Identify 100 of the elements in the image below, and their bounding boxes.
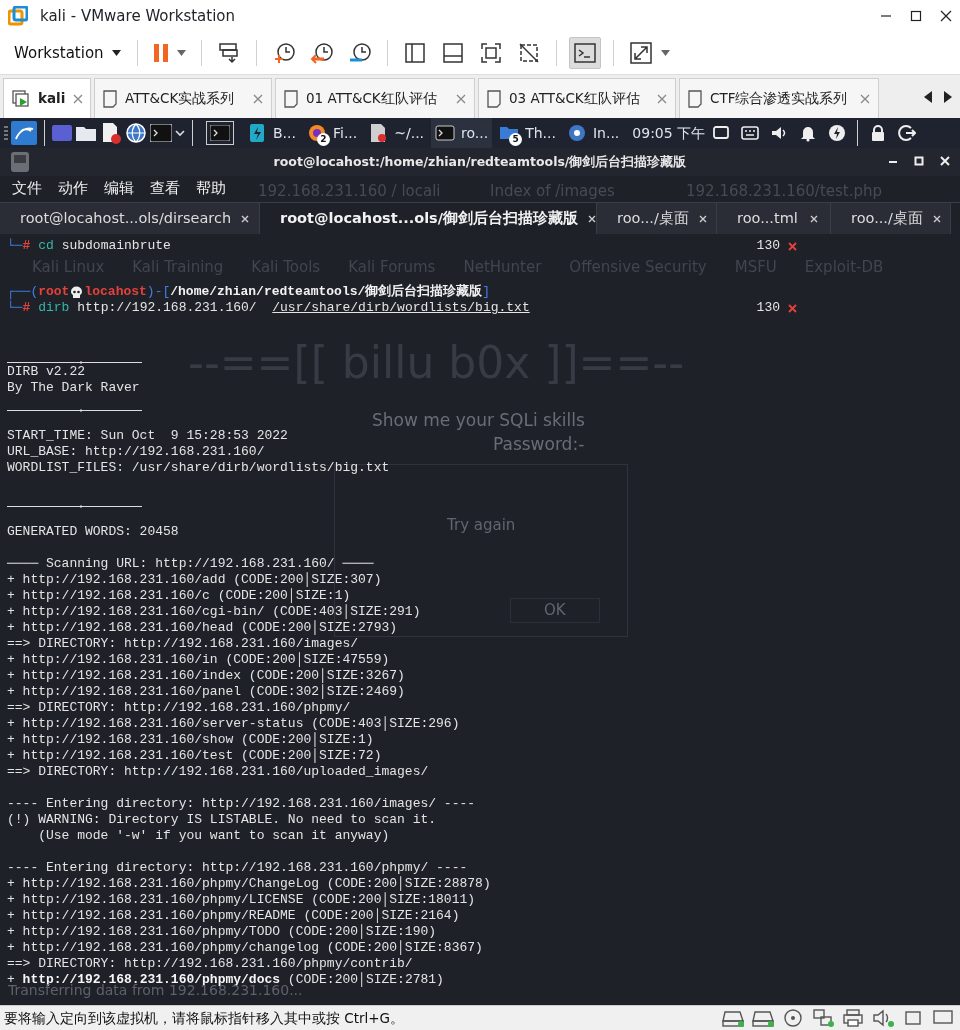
caret-icon (111, 50, 121, 56)
terminal-line: ==> DIRECTORY: http://192.168.231.160/uploaded_images/ (7, 764, 429, 780)
page-icon (688, 89, 702, 108)
error-icon (788, 241, 797, 251)
terminal-tab[interactable]: roo.../桌面 (597, 203, 717, 234)
prompt-frame: ] (482, 284, 491, 300)
taskbar-item[interactable]: 5 Th... (495, 118, 560, 148)
terminal-line: + http://192.168.231.160/show (CODE:200│SIZE:1) (7, 732, 374, 748)
terminal-line: + http://192.168.231.160/server-status (CODE:403│SIZE:296) (7, 716, 460, 732)
taskbar-item[interactable]: In... (562, 118, 624, 148)
display-icon[interactable] (712, 124, 731, 142)
terminal-tab[interactable]: roo.../桌面 (831, 203, 951, 234)
terminal-line: + http://192.168.231.160/cgi-bin/ (CODE:403│SIZE:291) (7, 604, 421, 620)
menu-item[interactable]: 编辑 (104, 178, 134, 200)
browser-icon (566, 123, 587, 143)
terminal-line: + http://192.168.231.160/test (CODE:200│SIZE:72) (7, 748, 382, 764)
vm-tab[interactable]: 03 ATT&CK红队评估 (478, 78, 676, 118)
caret-icon (176, 50, 186, 56)
network-icon[interactable] (812, 1008, 836, 1028)
prompt-host: locahost (84, 284, 147, 300)
kali-menu-icon[interactable] (11, 121, 37, 145)
unity-icon (516, 41, 541, 65)
terminal-app-icon (10, 151, 30, 173)
taskbar-item[interactable]: 2 Fi... (302, 118, 362, 148)
printer-icon[interactable] (842, 1008, 866, 1028)
clock: 09:05 下午 (632, 123, 706, 143)
terminal-line: ---- Entering directory: http://192.168.231.160/phpmy/ ---- (7, 860, 468, 876)
terminal-line: + http://192.168.231.160/phpmy/TODO (CODE:200│SIZE:190) (7, 924, 437, 940)
terminal-icon[interactable] (150, 124, 172, 142)
terminal-workspace-icon[interactable] (206, 121, 234, 145)
document-icon[interactable] (100, 122, 122, 144)
exit-code: 130 (756, 300, 780, 316)
menu-item[interactable]: 动作 (58, 178, 88, 200)
scroll-left-icon[interactable] (924, 90, 932, 103)
terminal-tab[interactable]: root@locahost...ols/dirsearch (0, 203, 260, 234)
chevron-down-icon[interactable] (175, 129, 185, 137)
terminal-line: + http://192.168.231.160/phpmy/ChangeLog (CODE:200│SIZE:28878) (7, 876, 491, 892)
notification-badge: 5 (509, 133, 523, 146)
terminal-line: WORDLIST_FILES: /usr/share/dirb/wordlists/big.txt (7, 460, 390, 476)
terminal-line: + http://192.168.231.160/in (CODE:200│SIZE:47559) (7, 652, 390, 668)
send-keys-icon (216, 41, 241, 65)
vm-tab[interactable]: CTF综合渗透实战系列 (679, 78, 879, 118)
command-argument: subdomainbrute (61, 238, 171, 254)
console-icon (572, 41, 597, 65)
vm-tab[interactable]: ATT&CK实战系列 (94, 78, 272, 118)
bottom-panel-icon (440, 41, 465, 65)
menu-item[interactable]: 查看 (150, 178, 180, 200)
bell-icon[interactable] (799, 124, 818, 142)
folder-icon[interactable] (75, 124, 97, 142)
prompt-frame: ┌──( (7, 284, 39, 300)
terminal-line: ──── Scanning URL: http://192.168.231.160/ ──── (7, 556, 374, 572)
hard-disk-icon[interactable] (752, 1008, 776, 1028)
maximize-icon[interactable] (910, 10, 922, 22)
prompt-frame: )-[ (146, 284, 171, 300)
error-icon (788, 303, 797, 313)
try-again-text: Try again (447, 515, 516, 536)
app-icon (247, 123, 267, 143)
globe-icon[interactable] (125, 122, 147, 144)
terminal-line: By The Dark Raver (7, 380, 140, 396)
terminal-line: (Use mode '-w' if you want to scan it anyway) (37, 828, 390, 844)
terminal-line: + http://192.168.231.160/add (CODE:200│SIZE:307) (7, 572, 382, 588)
grip-icon (4, 126, 8, 140)
menu-item[interactable]: 帮助 (196, 178, 226, 200)
command-name: cd (38, 238, 54, 254)
keyboard-icon[interactable] (741, 124, 760, 142)
taskbar-item[interactable]: ~/... (364, 118, 429, 148)
stretch-icon (628, 41, 653, 65)
terminal-line: ==> DIRECTORY: http://192.168.231.160/phpmy/ (7, 700, 351, 716)
scroll-right-icon[interactable] (944, 90, 952, 103)
vm-tab[interactable]: kali (3, 78, 91, 118)
workstation-menu[interactable]: Workstation (10, 41, 125, 65)
terminal-line: (!) WARNING: Directory IS LISTABLE. No need to scan it. (7, 812, 437, 828)
snapshot-manager-icon (347, 41, 372, 65)
exit-code: 130 (756, 238, 780, 254)
power-manager-icon[interactable] (828, 124, 847, 142)
vm-tab[interactable]: 01 ATT&CK红队评估 (275, 78, 475, 118)
page-icon (284, 89, 298, 108)
vm-icon (12, 89, 30, 108)
hard-disk-icon[interactable] (722, 1008, 746, 1028)
terminal-title: root@locahost:/home/zhian/redteamtools/御剑后台扫描珍藏版 (273, 152, 687, 171)
command-argument: http://192.168.231.160/ (77, 300, 257, 316)
pause-icon (152, 41, 169, 65)
close-icon[interactable] (940, 10, 952, 22)
terminal-line: START_TIME: Sun Oct 9 15:28:53 2022 (7, 428, 288, 444)
taskbar-item[interactable]: ro... (431, 118, 493, 148)
terminal-tab[interactable]: roo...tml (717, 203, 831, 234)
sound-icon[interactable] (872, 1008, 896, 1028)
logout-icon[interactable] (898, 124, 917, 142)
terminal-line: + http://192.168.231.160/phpmy/changelog (CODE:200│SIZE:8367) (7, 940, 483, 956)
taskbar-item[interactable]: B... (243, 118, 300, 148)
menu-item[interactable]: 文件 (12, 178, 42, 200)
terminal-line: + http://192.168.231.160/phpmy/README (CODE:200│SIZE:2164) (7, 908, 460, 924)
prompt-frame: └─ (7, 300, 23, 316)
console-button[interactable] (568, 37, 601, 69)
sidebar-view-icon (402, 41, 427, 65)
file-path-link[interactable]: /usr/share/dirb/wordlists/big.txt (272, 300, 530, 316)
terminal-line: ==> DIRECTORY: http://192.168.231.160/images/ (7, 636, 359, 652)
status-message: 要将输入定向到该虚拟机，请将鼠标指针移入其中或按 Ctrl+G。 (4, 1008, 405, 1028)
terminal-line: GENERATED WORDS: 20458 (7, 524, 179, 540)
revert-snapshot-icon (309, 41, 334, 65)
